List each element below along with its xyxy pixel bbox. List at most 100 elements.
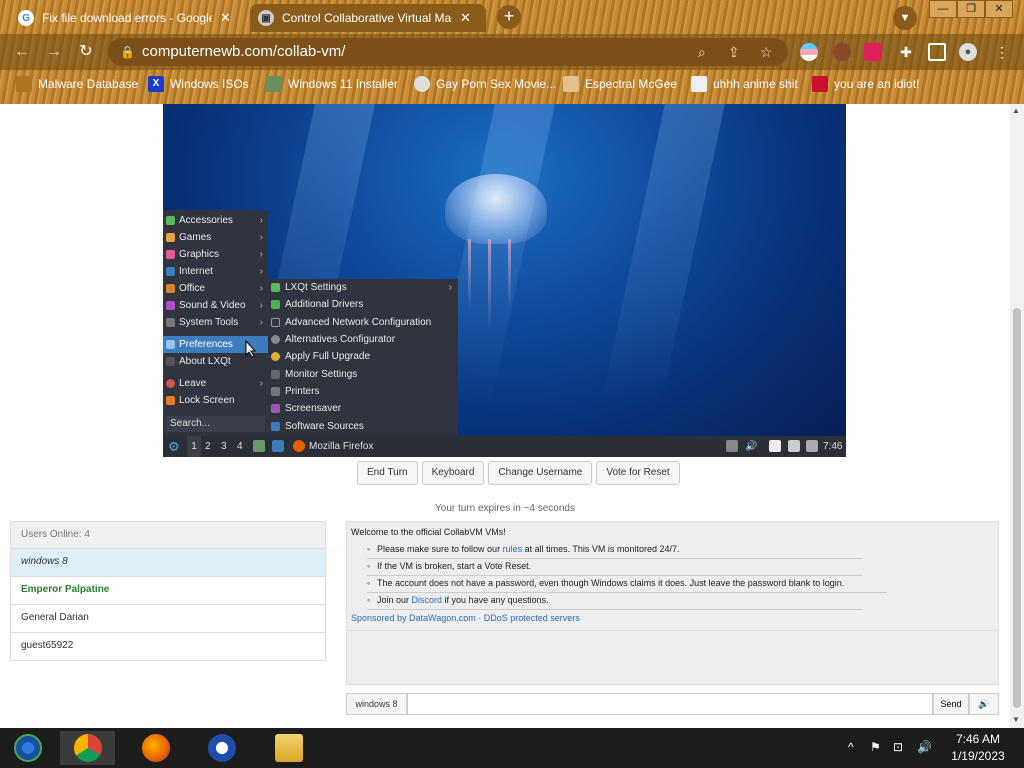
taskbar-app-firefox[interactable]: Mozilla Firefox [309, 436, 373, 457]
taskbar-obama[interactable] [194, 731, 249, 765]
extension-red-icon[interactable] [864, 43, 882, 61]
upgrade-icon [271, 352, 280, 361]
submenu-item-printers[interactable]: Printers [268, 383, 458, 400]
google-icon: G [18, 10, 34, 26]
tray-arrow-icon[interactable] [726, 440, 738, 452]
tab-search-icon[interactable]: ▼ [893, 6, 917, 30]
change-username-button[interactable]: Change Username [488, 461, 593, 485]
rules-link[interactable]: rules [503, 544, 523, 554]
scrollbar-thumb[interactable] [1013, 308, 1021, 708]
bookmark-item[interactable]: X Windows ISOs [148, 76, 249, 92]
send-button[interactable]: Send [933, 693, 969, 715]
menu-item-internet[interactable]: Internet › [163, 263, 268, 280]
extension-flag-icon[interactable] [800, 43, 818, 61]
keyboard-button[interactable]: Keyboard [421, 461, 485, 485]
menu-item-sound-video[interactable]: Sound & Video › [163, 297, 268, 314]
tray-chevron-icon[interactable]: ^ [848, 740, 854, 754]
volume-icon[interactable]: 🔊 [917, 740, 932, 754]
file-manager-icon[interactable] [253, 440, 265, 452]
new-tab-button[interactable]: + [497, 5, 521, 29]
submenu-item-full-upgrade[interactable]: Apply Full Upgrade [268, 348, 458, 365]
desktop-2[interactable]: 2 [205, 436, 211, 457]
profile-avatar-icon[interactable]: ● [959, 43, 977, 61]
extensions-puzzle-icon[interactable]: ✚ [897, 43, 915, 61]
vote-reset-button[interactable]: Vote for Reset [596, 461, 680, 485]
lxqt-start-icon[interactable]: ⚙ [168, 436, 180, 457]
submenu-item-monitor[interactable]: Monitor Settings [268, 366, 458, 383]
scroll-down-icon[interactable]: ▼ [1012, 715, 1020, 724]
share-icon[interactable]: ⇪ [728, 38, 740, 66]
tab-google[interactable]: G Fix file download errors - Google ✕ [10, 4, 246, 32]
menu-item-lock-screen[interactable]: Lock Screen [163, 392, 268, 409]
bookmark-item[interactable]: Espectral McGee [563, 76, 677, 92]
action-center-flag-icon[interactable]: ⚑ [870, 740, 881, 754]
network-icon[interactable]: ⊡ [893, 740, 903, 754]
clipboard-icon[interactable] [769, 440, 781, 452]
menu-kebab-icon[interactable]: ⋮ [993, 43, 1011, 61]
menu-item-accessories[interactable]: Accessories › [163, 212, 268, 229]
submenu-item-additional-drivers[interactable]: Additional Drivers [268, 296, 458, 313]
desktop-4[interactable]: 4 [237, 436, 243, 457]
submenu-item-screensaver[interactable]: Screensaver [268, 400, 458, 417]
desktop-1[interactable]: 1 [187, 436, 201, 457]
bookmark-item[interactable]: Windows 11 Installer [266, 76, 398, 92]
bookmark-item[interactable]: Gay Porn Sex Movie... [414, 76, 556, 92]
submenu-item-alternatives[interactable]: Alternatives Configurator [268, 331, 458, 348]
submenu-item-network[interactable]: Advanced Network Configuration [268, 314, 458, 331]
chat-rule-item: If the VM is broken, start a Vote Reset. [367, 559, 862, 576]
menu-item-graphics[interactable]: Graphics › [163, 246, 268, 263]
system-clock[interactable]: 7:46 AM 1/19/2023 [948, 731, 1008, 765]
side-panel-icon[interactable] [928, 43, 946, 61]
vm-screen[interactable]: Accessories › Games › Graphics › Internet › … [163, 104, 846, 457]
menu-item-office[interactable]: Office › [163, 280, 268, 297]
start-button[interactable] [0, 731, 55, 765]
lock-icon [166, 396, 175, 405]
taskbar-explorer[interactable] [261, 731, 316, 765]
sponsor-link[interactable]: Sponsored by DataWagon.com · DDoS protec… [351, 613, 580, 623]
user-row[interactable]: Emperor Palpatine [10, 577, 326, 605]
menu-item-leave[interactable]: Leave › [163, 375, 268, 392]
address-bar[interactable]: 🔒 computernewb.com/collab-vm/ ⌕ ⇪ ☆ [108, 38, 788, 66]
bookmark-item[interactable]: Malware Database [16, 76, 138, 92]
menu-item-system-tools[interactable]: System Tools › [163, 314, 268, 331]
bookmark-star-icon[interactable]: ☆ [760, 38, 773, 66]
maximize-button[interactable]: ❐ [957, 0, 985, 18]
taskbar-chrome[interactable] [60, 731, 115, 765]
zoom-icon[interactable]: ⌕ [698, 38, 706, 66]
minimize-button[interactable]: — [929, 0, 957, 18]
sound-toggle-button[interactable]: 🔊 [969, 693, 999, 715]
end-turn-button[interactable]: End Turn [357, 461, 418, 485]
desktop-3[interactable]: 3 [221, 436, 227, 457]
discord-link[interactable]: Discord [412, 595, 443, 605]
submenu-item-lxqt-settings[interactable]: LXQt Settings › [268, 279, 458, 296]
bookmark-item[interactable]: you are an idiot! [812, 76, 919, 92]
user-row[interactable]: windows 8 [10, 549, 326, 577]
menu-search-input[interactable]: Search... [166, 416, 265, 432]
reload-icon[interactable]: ↻ [76, 42, 96, 62]
scroll-up-icon[interactable]: ▲ [1012, 106, 1020, 115]
back-icon[interactable]: ← [12, 42, 32, 62]
show-desktop-icon[interactable] [272, 440, 284, 452]
image-icon [266, 76, 282, 92]
bookmark-item[interactable]: uhhh anime shit [691, 76, 798, 92]
notification-icon[interactable] [806, 440, 818, 452]
close-window-button[interactable]: ✕ [985, 0, 1013, 18]
close-tab-icon[interactable]: ✕ [460, 10, 471, 26]
preferences-icon [166, 340, 175, 349]
page-scrollbar[interactable]: ▲ ▼ [1010, 104, 1024, 728]
menu-item-games[interactable]: Games › [163, 229, 268, 246]
taskbar-firefox[interactable] [128, 731, 183, 765]
chat-input[interactable] [407, 693, 933, 715]
user-row[interactable]: General Darian [10, 605, 326, 633]
firefox-icon [293, 440, 305, 452]
volume-icon[interactable]: 🔊 [745, 436, 757, 457]
network-tray-icon[interactable] [788, 440, 800, 452]
extension-avatar-icon[interactable] [833, 43, 851, 61]
close-tab-icon[interactable]: ✕ [220, 10, 231, 26]
forward-icon[interactable]: → [44, 42, 64, 62]
submenu-item-software-sources[interactable]: Software Sources [268, 418, 458, 435]
lxqt-start-menu: Accessories › Games › Graphics › Internet › … [163, 210, 268, 436]
chat-rule-item: The account does not have a password, ev… [367, 576, 887, 593]
user-row[interactable]: guest65922 [10, 633, 326, 661]
tab-collabvm[interactable]: ▣ Control Collaborative Virtual Mach ✕ [250, 4, 486, 32]
